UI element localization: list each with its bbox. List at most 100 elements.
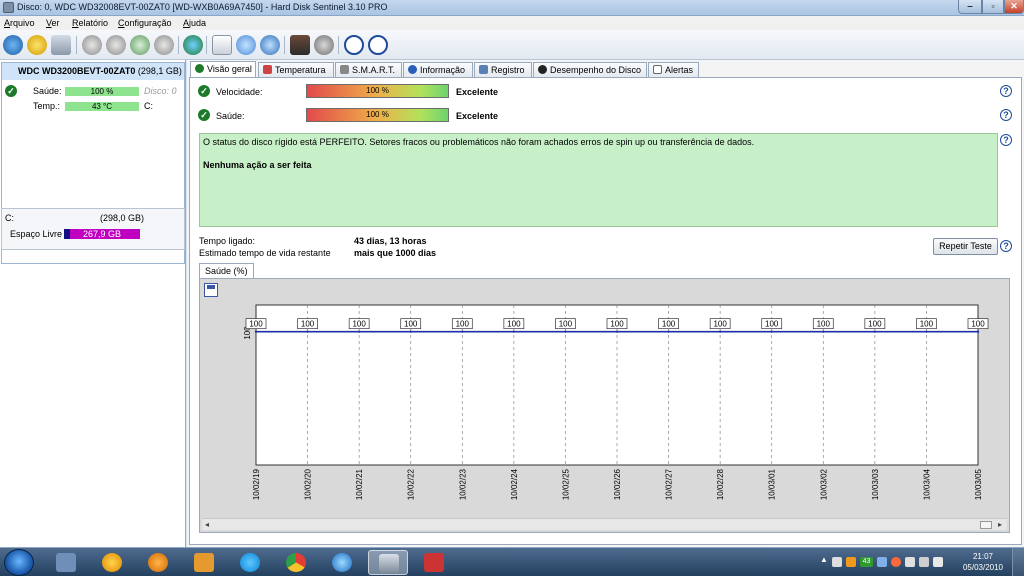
data-point <box>718 330 722 333</box>
data-point <box>976 330 980 333</box>
data-label: 100 <box>662 320 676 329</box>
info-icon <box>408 65 417 74</box>
alert-icon <box>653 65 662 74</box>
taskbar-app-vlc[interactable] <box>138 550 178 575</box>
repeat-test-button[interactable]: Repetir Teste <box>933 238 998 255</box>
tray-device-icon[interactable] <box>905 557 915 567</box>
volume-letter: C: <box>5 213 14 223</box>
x-tick-label: 10/02/23 <box>458 468 467 500</box>
settings-icon[interactable] <box>314 35 334 55</box>
log-icon <box>479 65 488 74</box>
uptime-label: Tempo ligado: <box>199 236 256 246</box>
taskbar-app-hdsentinel[interactable] <box>368 550 408 575</box>
taskbar-app-player[interactable] <box>184 550 224 575</box>
report-icon[interactable] <box>212 35 232 55</box>
disk-header: WDC WD3200BEVT-00ZAT0 (298,1 GB) <box>2 63 184 80</box>
photo-icon <box>424 553 444 572</box>
about-icon[interactable] <box>368 35 388 55</box>
x-tick-label: 10/02/28 <box>716 468 725 500</box>
tab-smart[interactable]: S.M.A.R.T. <box>335 62 402 77</box>
menu-ver[interactable]: Ver <box>46 18 60 28</box>
satellite-icon-4[interactable] <box>154 35 174 55</box>
network-icon[interactable] <box>260 35 280 55</box>
show-desktop-button[interactable] <box>1012 548 1024 576</box>
clock[interactable]: 21:07 05/03/2010 <box>958 551 1008 573</box>
scroll-thumb[interactable] <box>980 521 992 529</box>
menu-ajuda[interactable]: Ajuda <box>183 18 206 28</box>
tray-signal-icon[interactable] <box>919 557 929 567</box>
skype-icon <box>240 553 260 572</box>
tab-temperatura[interactable]: Temperatura <box>258 62 334 77</box>
x-tick-label: 10/03/03 <box>871 468 880 500</box>
free-space-value: 267,9 GB <box>82 229 122 239</box>
toolbar <box>0 30 1024 60</box>
taskbar-app-explorer[interactable] <box>46 550 86 575</box>
taskbar-app-skype[interactable] <box>230 550 270 575</box>
refresh-icon[interactable] <box>3 35 23 55</box>
menu-configuracao[interactable]: Configuração <box>118 18 172 28</box>
start-button[interactable] <box>4 549 34 576</box>
health-help-icon[interactable]: ? <box>1000 109 1012 121</box>
menu-bar: Arquivo Ver Relatório Configuração Ajuda <box>0 16 1024 30</box>
satellite-icon-1[interactable] <box>82 35 102 55</box>
satellite-icon-3[interactable] <box>130 35 150 55</box>
sync-icon[interactable] <box>236 35 256 55</box>
tray-antivirus-icon[interactable] <box>891 557 901 567</box>
tab-label: Visão geral <box>207 64 252 74</box>
warning-icon[interactable] <box>27 35 47 55</box>
volume-card[interactable]: C: (298,0 GB) Espaço Livre 267,9 GB <box>1 208 185 250</box>
tray-hdsentinel-badge[interactable]: 43 <box>860 557 873 567</box>
status-help-icon[interactable]: ? <box>1000 134 1012 146</box>
minimize-button[interactable]: ‒ <box>958 0 982 14</box>
chrome-icon <box>286 553 306 572</box>
tab-desempenho[interactable]: Desempenho do Disco <box>533 62 647 77</box>
tools-icon[interactable] <box>290 35 310 55</box>
disk-view-icon[interactable] <box>51 35 71 55</box>
menu-arquivo[interactable]: Arquivo <box>4 18 35 28</box>
satellite-icon-2[interactable] <box>106 35 126 55</box>
tray-user-icon[interactable] <box>877 557 887 567</box>
disk-health-bar: 100 % <box>65 87 139 96</box>
tab-informacao[interactable]: Informação <box>403 62 473 77</box>
speed-rating: Excelente <box>456 87 499 97</box>
disk-size: (298,1 GB) <box>137 66 182 76</box>
tray-app-icon[interactable] <box>846 557 856 567</box>
menu-relatorio[interactable]: Relatório <box>72 18 108 28</box>
data-label: 100 <box>713 320 727 329</box>
disk-drive-letter: C: <box>144 101 153 111</box>
tab-health-graph[interactable]: Saúde (%) <box>199 263 254 278</box>
main-area: Visão geral Temperatura S.M.A.R.T. Infor… <box>187 60 1024 547</box>
x-tick-label: 10/02/21 <box>355 468 364 500</box>
tab-visao-geral[interactable]: Visão geral <box>190 61 256 77</box>
globe-icon[interactable] <box>183 35 203 55</box>
repeat-help-icon[interactable]: ? <box>1000 240 1012 252</box>
help-icon[interactable] <box>344 35 364 55</box>
performance-icon <box>538 65 547 74</box>
horizontal-scrollbar[interactable]: ◂ ▸ <box>202 518 1007 530</box>
data-point <box>873 330 877 333</box>
maximize-button[interactable]: ▫ <box>982 0 1004 14</box>
tab-alertas[interactable]: Alertas <box>648 62 699 77</box>
tray-network-icon[interactable] <box>832 557 842 567</box>
close-button[interactable]: ✕ <box>1004 0 1024 14</box>
tray-volume-icon[interactable] <box>933 557 943 567</box>
taskbar-app-info[interactable] <box>92 550 132 575</box>
action-text: Nenhuma ação a ser feita <box>203 160 312 170</box>
tab-registro[interactable]: Registro <box>474 62 532 77</box>
x-tick-label: 10/02/22 <box>407 468 416 500</box>
data-label: 100 <box>920 320 934 329</box>
scroll-right-icon[interactable]: ▸ <box>998 520 1002 529</box>
scroll-left-icon[interactable]: ◂ <box>205 520 209 529</box>
x-tick-label: 10/02/25 <box>561 468 570 500</box>
taskbar-app-photo[interactable] <box>414 550 454 575</box>
toolbar-separator <box>178 36 179 54</box>
data-label: 100 <box>456 320 470 329</box>
data-point <box>822 330 825 333</box>
check-icon <box>195 64 204 73</box>
tray-expand-icon[interactable]: ▲ <box>820 555 828 565</box>
taskbar-app-ie[interactable] <box>322 550 362 575</box>
tab-label: S.M.A.R.T. <box>352 65 396 75</box>
speed-help-icon[interactable]: ? <box>1000 85 1012 97</box>
health-rating: Excelente <box>456 111 499 121</box>
taskbar-app-chrome[interactable] <box>276 550 316 575</box>
